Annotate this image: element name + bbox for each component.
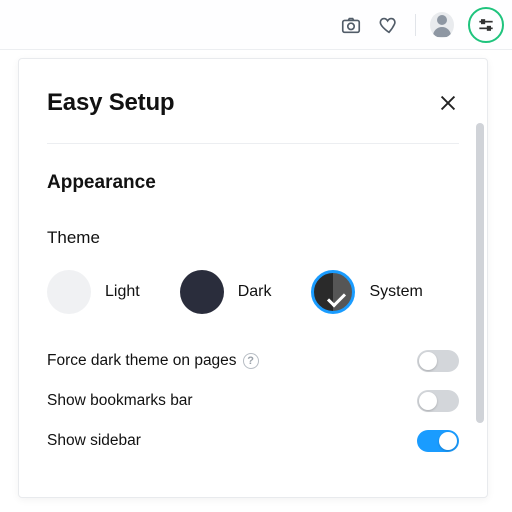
label-force-dark: Force dark theme on pages bbox=[47, 352, 237, 370]
theme-options: Light Dark System bbox=[47, 270, 459, 314]
easy-setup-button[interactable] bbox=[468, 7, 504, 43]
row-bookmarks: Show bookmarks bar bbox=[47, 390, 459, 412]
help-icon[interactable]: ? bbox=[243, 353, 259, 369]
panel-scrollbar[interactable] bbox=[476, 123, 484, 423]
panel-title: Easy Setup bbox=[47, 89, 174, 117]
heart-icon[interactable] bbox=[377, 13, 401, 37]
toggle-sidebar[interactable] bbox=[417, 430, 459, 452]
top-toolbar bbox=[0, 0, 512, 50]
theme-option-light[interactable]: Light bbox=[47, 270, 140, 314]
toggle-bookmarks[interactable] bbox=[417, 390, 459, 412]
theme-heading: Theme bbox=[47, 228, 459, 248]
toggle-force-dark[interactable] bbox=[417, 350, 459, 372]
theme-label-dark: Dark bbox=[238, 283, 272, 301]
camera-icon[interactable] bbox=[339, 13, 363, 37]
theme-label-system: System bbox=[369, 283, 422, 301]
label-bookmarks: Show bookmarks bar bbox=[47, 392, 193, 410]
close-button[interactable] bbox=[437, 92, 459, 114]
toolbar-divider bbox=[415, 14, 416, 36]
theme-label-light: Light bbox=[105, 283, 140, 301]
row-force-dark: Force dark theme on pages ? bbox=[47, 350, 459, 372]
section-heading-appearance: Appearance bbox=[47, 172, 459, 194]
label-sidebar: Show sidebar bbox=[47, 432, 141, 450]
theme-option-dark[interactable]: Dark bbox=[180, 270, 272, 314]
user-avatar-icon[interactable] bbox=[430, 13, 454, 37]
row-sidebar: Show sidebar bbox=[47, 430, 459, 452]
divider bbox=[47, 143, 459, 144]
theme-swatch-dark bbox=[180, 270, 224, 314]
theme-swatch-light bbox=[47, 270, 91, 314]
easy-setup-panel: Easy Setup Appearance Theme Light Dark S… bbox=[18, 58, 488, 498]
theme-option-system[interactable]: System bbox=[311, 270, 422, 314]
theme-swatch-system bbox=[311, 270, 355, 314]
